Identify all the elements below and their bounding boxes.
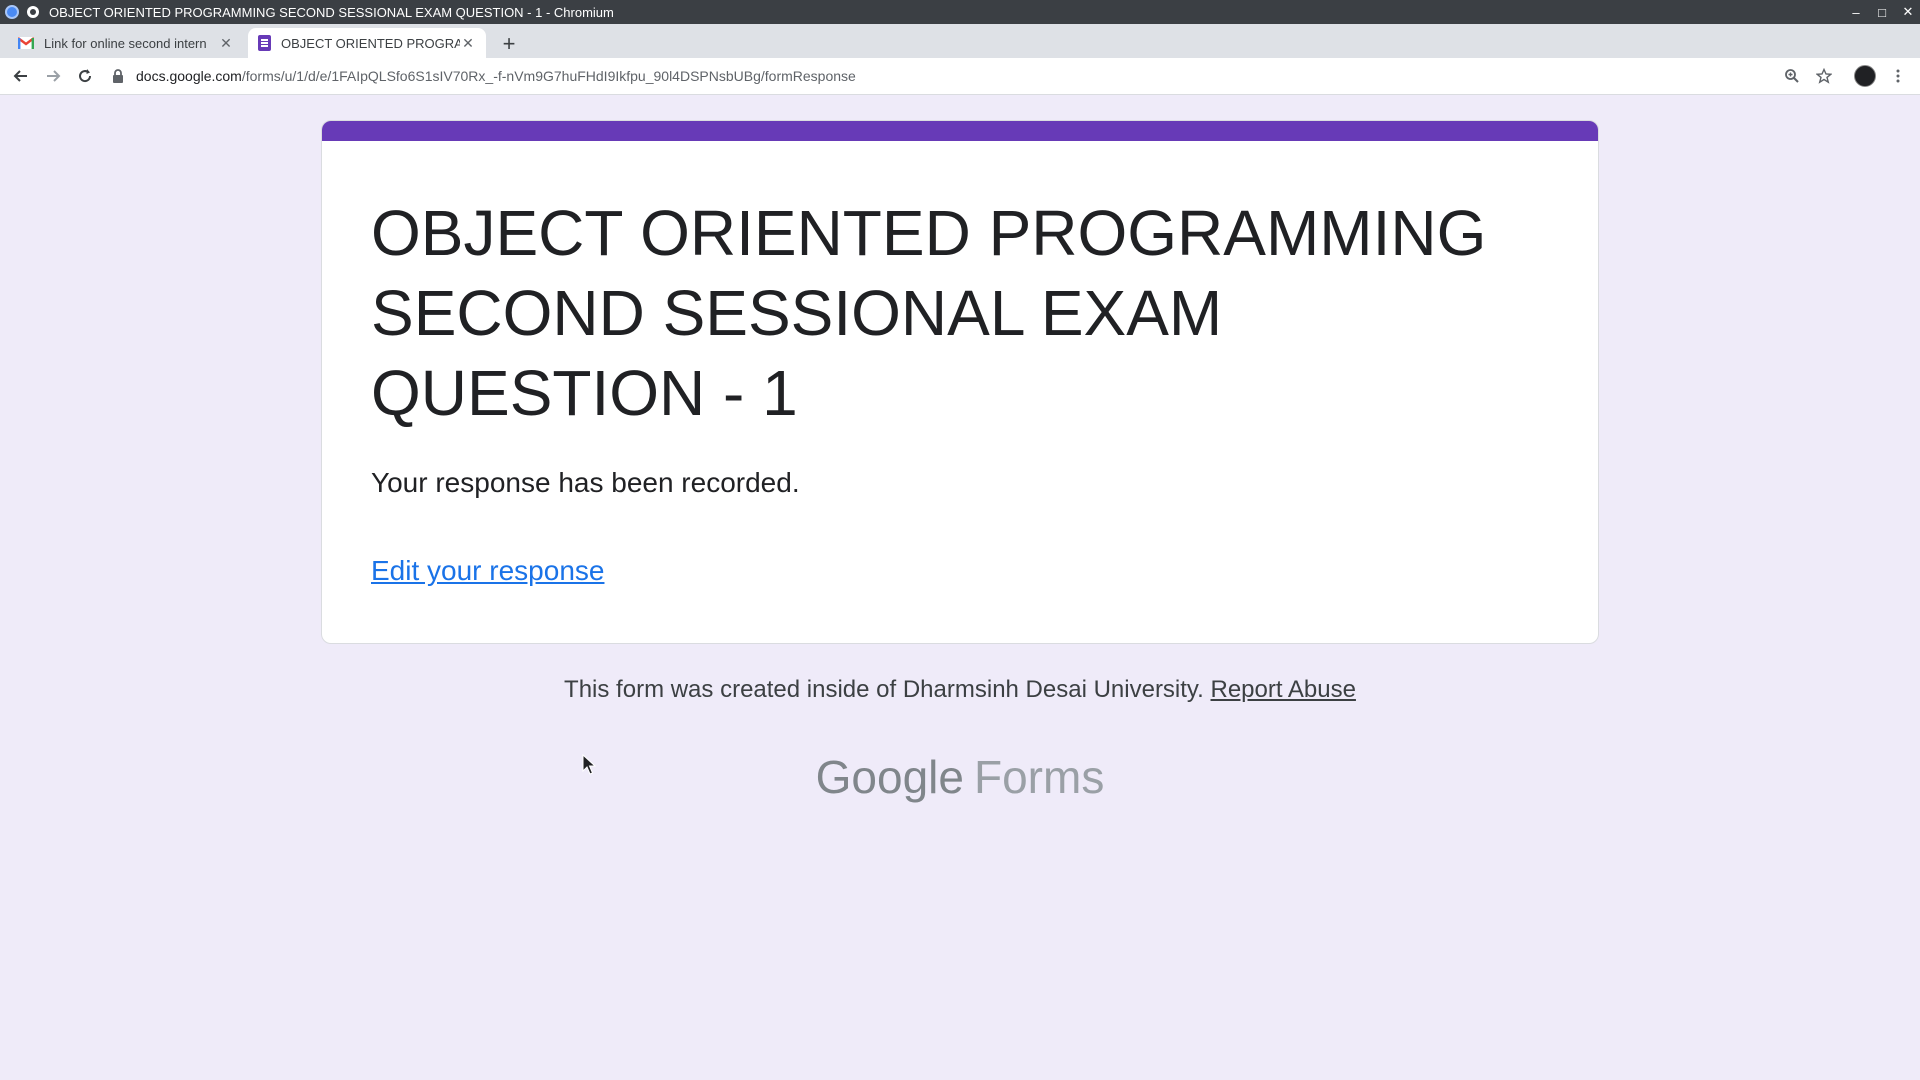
os-titlebar: OBJECT ORIENTED PROGRAMMING SECOND SESSI… [0,0,1920,24]
lock-icon [113,69,123,83]
close-tab-icon[interactable]: ✕ [218,35,234,52]
window-controls: – □ ✕ [1848,0,1916,24]
menu-button[interactable] [1886,64,1910,88]
footer-note: This form was created inside of Dharmsin… [0,676,1920,704]
back-arrow-icon [13,70,27,82]
star-icon [1816,68,1832,84]
brand-forms: Forms [974,751,1105,803]
url-path: /forms/u/1/d/e/1FAIpQLSfo6S1sIV70Rx_-f-n… [241,68,856,84]
chromium-icon [5,5,19,19]
form-title: OBJECT ORIENTED PROGRAMMING SECOND SESSI… [371,197,1487,429]
avatar [1854,65,1876,87]
minimize-button[interactable]: – [1848,4,1864,20]
back-button[interactable] [9,64,33,88]
tab-gmail[interactable]: Link for online second intern ✕ [8,28,244,58]
tab-strip: Link for online second intern ✕ OBJECT O… [0,24,1920,58]
forward-arrow-icon [47,70,61,82]
window-menu-icon[interactable] [27,6,39,18]
edit-response-link[interactable]: Edit your response [371,555,604,587]
tab-label: OBJECT ORIENTED PROGRAM [281,35,460,51]
reload-icon [79,69,92,83]
bookmark-button[interactable] [1812,64,1836,88]
mouse-cursor-icon [582,754,596,775]
window-title: OBJECT ORIENTED PROGRAMMING SECOND SESSI… [49,4,614,20]
browser-toolbar: docs.google.com/forms/u/1/d/e/1FAIpQLSfo… [0,58,1920,95]
form-accent-bar [322,121,1598,141]
close-window-button[interactable]: ✕ [1900,4,1916,20]
report-abuse-link[interactable]: Report Abuse [1211,676,1356,703]
zoom-icon [1785,69,1799,83]
close-tab-icon[interactable]: ✕ [460,35,476,52]
google-forms-logo[interactable]: Google Forms [0,750,1920,804]
maximize-button[interactable]: □ [1874,4,1890,20]
reload-button[interactable] [73,64,97,88]
profile-button[interactable] [1853,64,1877,88]
more-vert-icon [1896,69,1900,83]
new-tab-button[interactable]: + [496,32,522,58]
address-bar[interactable]: docs.google.com/forms/u/1/d/e/1FAIpQLSfo… [110,62,1830,90]
forward-button[interactable] [41,64,65,88]
url-host: docs.google.com [136,68,242,84]
confirmation-message: Your response has been recorded. [371,467,800,498]
google-forms-icon [258,35,271,51]
tab-label: Link for online second intern [44,35,207,51]
tab-google-forms[interactable]: OBJECT ORIENTED PROGRAM ✕ [248,28,486,58]
zoom-button[interactable] [1780,64,1804,88]
gmail-icon [17,37,35,49]
brand-google: Google [815,751,964,803]
footer-note-text: This form was created inside of Dharmsin… [564,676,1204,703]
form-confirmation-card: OBJECT ORIENTED PROGRAMMING SECOND SESSI… [321,120,1599,644]
